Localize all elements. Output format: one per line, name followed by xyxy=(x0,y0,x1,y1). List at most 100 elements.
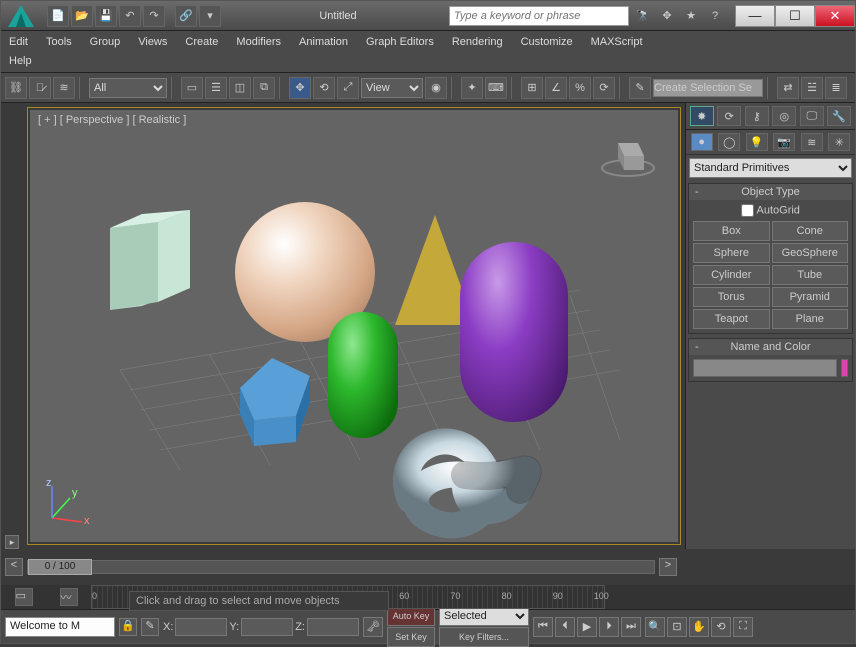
prev-frame-icon[interactable]: ⏴ xyxy=(555,617,575,637)
tab-utilities[interactable]: 🔧 xyxy=(827,106,851,126)
link-icon[interactable]: 🔗 xyxy=(175,5,197,27)
pan-icon[interactable]: ✋ xyxy=(689,617,709,637)
keyfilters-button[interactable]: Key Filters... xyxy=(439,627,529,647)
x-input[interactable] xyxy=(175,618,227,636)
z-input[interactable] xyxy=(307,618,359,636)
track-mini-icon[interactable]: ▭ xyxy=(15,588,33,606)
autokey-button[interactable]: Auto Key xyxy=(387,606,435,626)
binoculars-icon[interactable]: 🔭 xyxy=(633,6,653,26)
redo-icon[interactable]: ↷ xyxy=(143,5,165,27)
help-icon[interactable]: ? xyxy=(705,6,725,26)
object-name-input[interactable] xyxy=(693,359,837,377)
timeline-prev-icon[interactable]: < xyxy=(5,558,23,576)
ref-coord-dropdown[interactable]: View xyxy=(361,78,423,98)
selection-filter[interactable]: All xyxy=(89,78,167,98)
y-input[interactable] xyxy=(241,618,293,636)
select-region-icon[interactable]: ◫ xyxy=(229,77,251,99)
search-input[interactable] xyxy=(449,6,629,26)
select-link-icon[interactable]: ⛓ xyxy=(5,77,27,99)
btn-torus[interactable]: Torus xyxy=(693,287,770,307)
viewport[interactable]: [ + ] [ Perspective ] [ Realistic ] xyxy=(27,107,681,545)
key-target-dropdown[interactable]: Selected xyxy=(439,606,529,626)
tab-motion[interactable]: ◎ xyxy=(772,106,796,126)
menu-tools[interactable]: Tools xyxy=(46,33,72,51)
time-slider-thumb[interactable]: 0 / 100 xyxy=(28,559,92,575)
btn-sphere[interactable]: Sphere xyxy=(693,243,770,263)
next-frame-icon[interactable]: ⏵ xyxy=(599,617,619,637)
tab-display[interactable]: 🖵 xyxy=(800,106,824,126)
goto-start-icon[interactable]: ⏮ xyxy=(533,617,553,637)
percent-snap-icon[interactable]: % xyxy=(569,77,591,99)
menu-grapheditors[interactable]: Graph Editors xyxy=(366,33,434,51)
unlink-icon[interactable]: ⛓̷ xyxy=(29,77,51,99)
script-icon[interactable]: ✎ xyxy=(141,618,159,636)
play-icon[interactable]: ▶ xyxy=(577,617,597,637)
btn-plane[interactable]: Plane xyxy=(772,309,849,329)
minimize-button[interactable]: — xyxy=(735,5,775,27)
dropdown-icon[interactable]: ▾ xyxy=(199,5,221,27)
viewport-canvas[interactable]: [ + ] [ Perspective ] [ Realistic ] xyxy=(30,110,678,542)
object-color-swatch[interactable] xyxy=(841,359,848,377)
align-icon[interactable]: ☱ xyxy=(801,77,823,99)
menu-customize[interactable]: Customize xyxy=(521,33,573,51)
rollout-header-object-type[interactable]: - Object Type xyxy=(689,184,852,200)
keyboard-icon[interactable]: ⌨ xyxy=(485,77,507,99)
scene-prism[interactable] xyxy=(220,358,324,450)
menu-modifiers[interactable]: Modifiers xyxy=(236,33,281,51)
rotate-icon[interactable]: ⟲ xyxy=(313,77,335,99)
subtab-geometry[interactable]: ● xyxy=(691,133,713,151)
use-center-icon[interactable]: ◉ xyxy=(425,77,447,99)
orbit-icon[interactable]: ⟲ xyxy=(711,617,731,637)
tab-create[interactable]: ✸ xyxy=(690,106,714,126)
app-icon[interactable] xyxy=(1,1,41,31)
btn-geosphere[interactable]: GeoSphere xyxy=(772,243,849,263)
close-button[interactable]: ✕ xyxy=(815,5,855,27)
autogrid-checkbox[interactable] xyxy=(741,204,754,217)
viewport-label[interactable]: [ + ] [ Perspective ] [ Realistic ] xyxy=(38,114,186,126)
toggle-icon[interactable]: ✥ xyxy=(657,6,677,26)
named-sel-edit-icon[interactable]: ✎ xyxy=(629,77,651,99)
menu-edit[interactable]: Edit xyxy=(9,33,28,51)
time-slider-track[interactable]: 0 / 100 xyxy=(27,560,655,574)
menu-help[interactable]: Help xyxy=(9,52,847,70)
snap-icon[interactable]: ⊞ xyxy=(521,77,543,99)
menu-views[interactable]: Views xyxy=(138,33,167,51)
track-curve-icon[interactable]: 〰 xyxy=(60,588,78,606)
angle-snap-icon[interactable]: ∠ xyxy=(545,77,567,99)
menu-maxscript[interactable]: MAXScript xyxy=(591,33,643,51)
menu-create[interactable]: Create xyxy=(185,33,218,51)
btn-pyramid[interactable]: Pyramid xyxy=(772,287,849,307)
window-crossing-icon[interactable]: ⧉ xyxy=(253,77,275,99)
subtab-cameras[interactable]: 📷 xyxy=(773,133,795,151)
lock-icon[interactable]: 🔒 xyxy=(119,618,137,636)
btn-teapot[interactable]: Teapot xyxy=(693,309,770,329)
btn-tube[interactable]: Tube xyxy=(772,265,849,285)
subtab-lights[interactable]: 💡 xyxy=(746,133,768,151)
bind-icon[interactable]: ≋ xyxy=(53,77,75,99)
setkey-button[interactable]: Set Key xyxy=(387,627,435,647)
goto-end-icon[interactable]: ⏭ xyxy=(621,617,641,637)
rollout-header-name-color[interactable]: - Name and Color xyxy=(689,339,852,355)
select-icon[interactable]: ▭ xyxy=(181,77,203,99)
menu-animation[interactable]: Animation xyxy=(299,33,348,51)
key-lock-icon[interactable]: 🗝 xyxy=(363,617,383,637)
tab-hierarchy[interactable]: ⚷ xyxy=(745,106,769,126)
manipulate-icon[interactable]: ✦ xyxy=(461,77,483,99)
search-field[interactable] xyxy=(449,6,629,26)
menu-rendering[interactable]: Rendering xyxy=(452,33,503,51)
scene-box[interactable] xyxy=(110,210,192,322)
primitive-category-dropdown[interactable]: Standard Primitives xyxy=(689,158,852,178)
scene-capsule-purple[interactable] xyxy=(460,242,568,422)
tab-modify[interactable]: ⟳ xyxy=(717,106,741,126)
subtab-spacewarps[interactable]: ✳ xyxy=(828,133,850,151)
btn-box[interactable]: Box xyxy=(693,221,770,241)
subtab-helpers[interactable]: ≋ xyxy=(801,133,823,151)
select-name-icon[interactable]: ☰ xyxy=(205,77,227,99)
viewport-expand-icon[interactable]: ▸ xyxy=(5,535,19,549)
maximize-vp-icon[interactable]: ⛶ xyxy=(733,617,753,637)
new-icon[interactable]: 📄 xyxy=(47,5,69,27)
subtab-shapes[interactable]: ◯ xyxy=(718,133,740,151)
star-icon[interactable]: ★ xyxy=(681,6,701,26)
btn-cone[interactable]: Cone xyxy=(772,221,849,241)
undo-icon[interactable]: ↶ xyxy=(119,5,141,27)
